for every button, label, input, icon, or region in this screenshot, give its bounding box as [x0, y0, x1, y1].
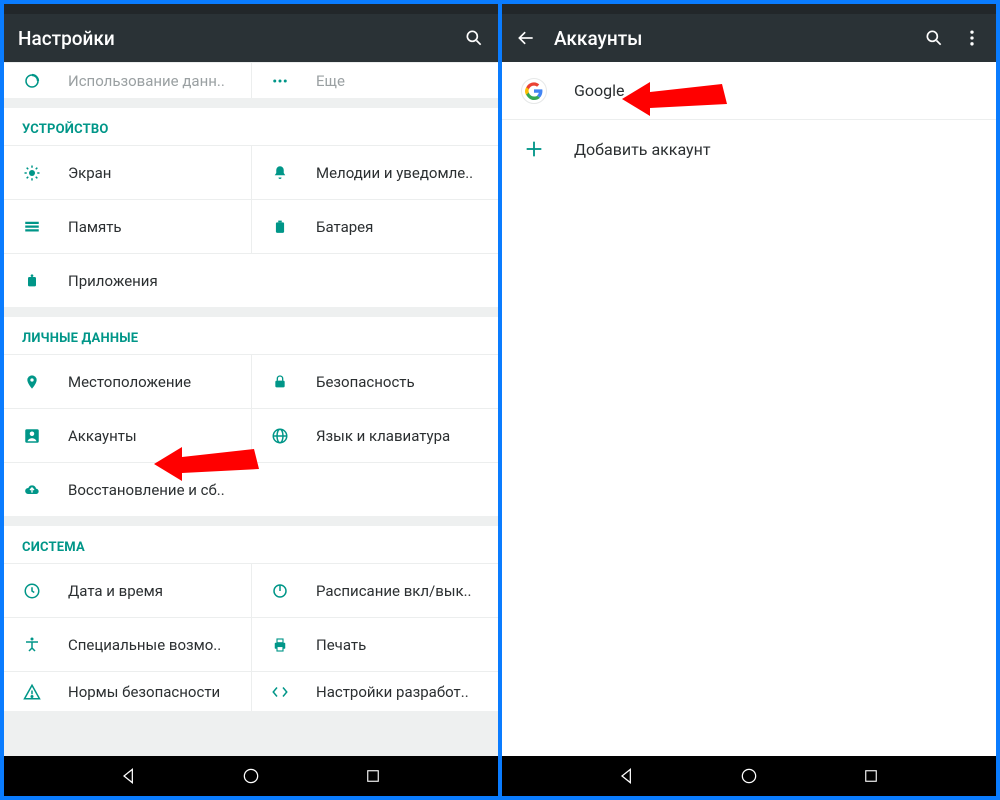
settings-item-print[interactable]: Печать	[251, 617, 498, 671]
account-item-label: Добавить аккаунт	[574, 140, 711, 159]
account-item-label: Google	[574, 81, 625, 100]
apps-icon	[22, 271, 42, 291]
account-icon	[22, 426, 42, 446]
settings-item-label: Нормы безопасности	[68, 683, 220, 701]
settings-item-accessibility[interactable]: Специальные возмо..	[4, 617, 251, 671]
settings-item-label: Использование данн..	[68, 72, 225, 90]
lock-icon	[270, 372, 290, 392]
warning-icon	[22, 682, 42, 702]
settings-item-more[interactable]: Еще	[251, 62, 498, 98]
section-header-device: УСТРОЙСТВО	[4, 108, 498, 145]
settings-item-location[interactable]: Местоположение	[4, 354, 251, 408]
settings-item-label: Еще	[316, 72, 345, 90]
storage-icon	[22, 217, 42, 237]
search-icon[interactable]	[464, 28, 484, 48]
account-item-google[interactable]: Google	[502, 62, 996, 120]
nav-bar	[4, 756, 498, 796]
back-arrow-icon[interactable]	[516, 28, 536, 48]
globe-icon	[270, 426, 290, 446]
settings-screen: Настройки Использование данн.. Еще	[4, 4, 498, 796]
more-icon	[270, 71, 290, 91]
settings-item-label: Память	[68, 218, 122, 236]
settings-item-data-usage[interactable]: Использование данн..	[4, 62, 251, 98]
settings-item-accounts[interactable]: Аккаунты	[4, 408, 251, 462]
settings-item-apps[interactable]: Приложения	[4, 253, 498, 307]
account-item-add[interactable]: Добавить аккаунт	[502, 120, 996, 178]
settings-item-label: Мелодии и уведомле..	[316, 164, 473, 182]
settings-item-storage[interactable]: Память	[4, 199, 251, 253]
location-icon	[22, 372, 42, 392]
settings-item-battery[interactable]: Батарея	[251, 199, 498, 253]
settings-item-label: Приложения	[68, 272, 158, 290]
data-usage-icon	[22, 71, 42, 91]
settings-item-label: Экран	[68, 164, 111, 182]
settings-item-backup[interactable]: Восстановление и сб..	[4, 462, 498, 516]
backup-icon	[22, 480, 42, 500]
settings-item-label: Дата и время	[68, 582, 163, 600]
nav-home-icon[interactable]	[738, 765, 760, 787]
overflow-menu-icon[interactable]	[962, 28, 982, 48]
plus-icon	[520, 135, 548, 163]
settings-item-label: Расписание вкл/вык..	[316, 582, 472, 600]
battery-icon	[270, 217, 290, 237]
settings-item-regulatory[interactable]: Нормы безопасности	[4, 671, 251, 711]
settings-content[interactable]: Использование данн.. Еще УСТРОЙСТВО Экра…	[4, 62, 498, 756]
settings-item-datetime[interactable]: Дата и время	[4, 563, 251, 617]
brightness-icon	[22, 163, 42, 183]
settings-item-label: Восстановление и сб..	[68, 481, 225, 499]
settings-item-label: Батарея	[316, 218, 373, 236]
app-bar: Аккаунты	[502, 14, 996, 62]
print-icon	[270, 635, 290, 655]
settings-item-language[interactable]: Язык и клавиатура	[251, 408, 498, 462]
app-bar: Настройки	[4, 14, 498, 62]
settings-item-label: Язык и клавиатура	[316, 427, 450, 445]
settings-item-label: Специальные возмо..	[68, 636, 221, 654]
nav-bar	[502, 756, 996, 796]
accounts-content[interactable]: Google Добавить аккаунт	[502, 62, 996, 756]
accessibility-icon	[22, 635, 42, 655]
devopts-icon	[270, 682, 290, 702]
bell-icon	[270, 163, 290, 183]
google-logo-icon	[520, 77, 548, 105]
settings-item-security[interactable]: Безопасность	[251, 354, 498, 408]
power-icon	[270, 581, 290, 601]
status-bar	[502, 4, 996, 14]
settings-item-sound[interactable]: Мелодии и уведомле..	[251, 145, 498, 199]
settings-item-label: Печать	[316, 636, 366, 654]
section-header-system: СИСТЕМА	[4, 526, 498, 563]
nav-back-icon[interactable]	[118, 765, 140, 787]
nav-home-icon[interactable]	[240, 765, 262, 787]
app-bar-title: Настройки	[18, 27, 446, 50]
settings-item-display[interactable]: Экран	[4, 145, 251, 199]
section-header-personal: ЛИЧНЫЕ ДАННЫЕ	[4, 317, 498, 354]
settings-item-schedule[interactable]: Расписание вкл/вык..	[251, 563, 498, 617]
nav-recent-icon[interactable]	[362, 765, 384, 787]
settings-item-label: Настройки разработ..	[316, 683, 469, 701]
settings-item-devopts[interactable]: Настройки разработ..	[251, 671, 498, 711]
settings-item-label: Безопасность	[316, 373, 415, 391]
accounts-screen: Аккаунты Google	[502, 4, 996, 796]
status-bar	[4, 4, 498, 14]
settings-item-label: Местоположение	[68, 373, 191, 391]
search-icon[interactable]	[924, 28, 944, 48]
clock-icon	[22, 581, 42, 601]
nav-back-icon[interactable]	[616, 765, 638, 787]
nav-recent-icon[interactable]	[860, 765, 882, 787]
app-bar-title: Аккаунты	[554, 27, 906, 50]
settings-item-label: Аккаунты	[68, 427, 137, 445]
